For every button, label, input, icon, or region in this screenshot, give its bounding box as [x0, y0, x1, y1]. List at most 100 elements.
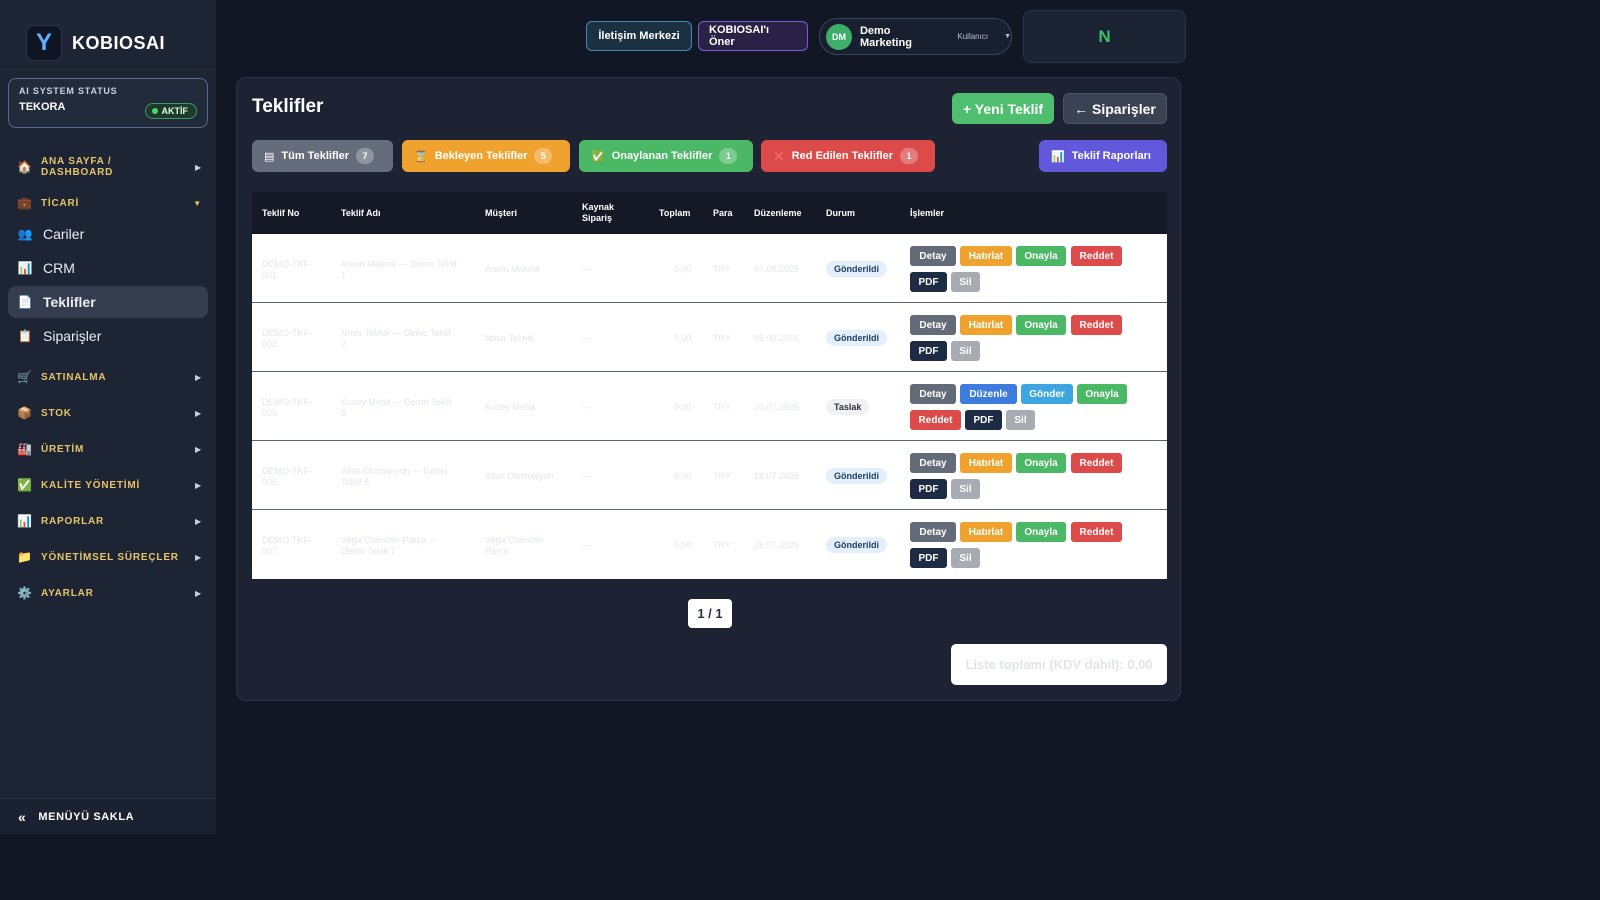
- pagination[interactable]: 1 / 1: [688, 599, 732, 628]
- cell-text: Atlas Otomasyon — Demo: [341, 466, 448, 476]
- remind-button[interactable]: Hatırlat: [960, 246, 1012, 266]
- user-menu[interactable]: DM Demo Marketing Kullanıcı ▼: [819, 18, 1012, 55]
- suggest-button[interactable]: KOBIOSAI'ı Öner: [698, 21, 808, 51]
- filter-rejected-offers[interactable]: ✕ Red Edilen Teklifler 1: [761, 140, 935, 172]
- delete-button[interactable]: Sil: [951, 548, 980, 568]
- sidebar-item-label: Teklifler: [43, 294, 96, 310]
- brand[interactable]: Y KOBIOSAI: [0, 0, 216, 70]
- detail-button[interactable]: Detay: [910, 453, 956, 473]
- approve-button[interactable]: Onayla: [1016, 246, 1066, 266]
- detail-button[interactable]: Detay: [910, 522, 956, 542]
- list-total: Liste toplamı (KDV dahil): 0,00: [951, 644, 1167, 685]
- cell-source: —: [582, 540, 591, 550]
- sidebar-item-label: TİCARİ: [41, 197, 80, 209]
- send-button[interactable]: Gönder: [1021, 384, 1073, 404]
- sidebar-item-satinalma[interactable]: 🛒 SATINALMA ▶: [17, 367, 202, 387]
- approve-button[interactable]: Onayla: [1077, 384, 1127, 404]
- delete-button[interactable]: Sil: [951, 479, 980, 499]
- delete-button[interactable]: Sil: [1006, 410, 1035, 430]
- cell-customer: Vega Otomotiv Parça: [485, 535, 544, 557]
- double-chevron-left-icon: «: [18, 808, 27, 825]
- cell-offer-name: Atlas Otomasyon — Demo Teklif 6: [341, 466, 471, 488]
- chevron-right-icon: ▶: [195, 588, 202, 598]
- user-role: Kullanıcı: [957, 32, 989, 41]
- delete-button[interactable]: Sil: [951, 272, 980, 292]
- table-row: DEMO-TKF- 007 Vega Otomotiv Parça — Demo T…: [252, 510, 1167, 579]
- filter-all-offers[interactable]: ▤ Tüm Teklifler 7: [252, 140, 393, 172]
- pdf-button[interactable]: PDF: [910, 479, 947, 499]
- factory-icon: 🏭: [17, 442, 33, 456]
- cell-text: Kuzey Metal — Demo Teklif: [341, 397, 452, 407]
- approve-button[interactable]: Onayla: [1016, 522, 1066, 542]
- brand-logo: Y: [26, 25, 62, 61]
- pdf-button[interactable]: PDF: [965, 410, 1002, 430]
- reject-button[interactable]: Reddet: [910, 410, 961, 430]
- ai-status-card: AI SYSTEM STATUS TEKORA AKTİF: [8, 78, 208, 128]
- sidebar-item-dashboard[interactable]: 🏠 ANA SAYFA / DASHBOARD ▶: [17, 156, 202, 178]
- approve-button[interactable]: Onayla: [1016, 453, 1066, 473]
- sidebar-item-stok[interactable]: 📦 STOK ▶: [17, 403, 202, 423]
- cell-text: DEMO-TKF-: [262, 397, 312, 407]
- cell-date: 07.08.2026: [754, 264, 800, 274]
- status-badge: Taslak: [826, 399, 870, 415]
- contact-center-button[interactable]: İletişim Merkezi: [586, 21, 692, 51]
- sidebar-item-kalite[interactable]: ✅ KALİTE YÖNETİMİ ▶: [17, 475, 202, 495]
- orders-back-button[interactable]: ← Siparişler: [1063, 93, 1167, 124]
- document-icon: 📄: [17, 295, 33, 309]
- reject-button[interactable]: Reddet: [1071, 522, 1122, 542]
- status-badge: Gönderildi: [826, 330, 887, 346]
- notification-box[interactable]: N: [1023, 10, 1186, 63]
- col-header-no: Teklif No: [262, 207, 300, 218]
- sidebar-item-crm[interactable]: 📊 CRM: [8, 252, 208, 284]
- table-header: Teklif No Teklif Adı Müşteri Kaynak Sipa…: [252, 192, 1167, 234]
- pdf-button[interactable]: PDF: [910, 548, 947, 568]
- sidebar-item-label: RAPORLAR: [41, 515, 105, 527]
- cell-text: 1: [341, 270, 347, 280]
- hide-menu-button[interactable]: « MENÜYÜ SAKLA: [0, 798, 216, 834]
- sidebar-item-raporlar[interactable]: 📊 RAPORLAR ▶: [17, 511, 202, 531]
- filter-count: 1: [719, 148, 738, 164]
- sidebar-item-label: SATINALMA: [41, 371, 107, 383]
- remind-button[interactable]: Hatırlat: [960, 453, 1012, 473]
- brand-name: KOBIOSAI: [72, 32, 166, 53]
- col-header-date: Düzenleme: [754, 207, 802, 218]
- box-icon: 📦: [17, 406, 33, 420]
- folder-icon: 📁: [17, 550, 33, 564]
- cell-text: Parça: [485, 546, 509, 556]
- sidebar-item-ayarlar[interactable]: ⚙️ AYARLAR ▶: [17, 583, 202, 603]
- cell-customer: Nova Teknik: [485, 333, 534, 343]
- bar-chart-icon: 📊: [1051, 150, 1065, 163]
- offer-reports-button[interactable]: 📊 Teklif Raporları: [1039, 140, 1167, 172]
- detail-button[interactable]: Detay: [910, 384, 956, 404]
- reject-button[interactable]: Reddet: [1071, 315, 1122, 335]
- col-header-source-line1: Kaynak: [582, 202, 615, 212]
- remind-button[interactable]: Hatırlat: [960, 315, 1012, 335]
- reject-button[interactable]: Reddet: [1071, 453, 1122, 473]
- cell-source: —: [582, 333, 591, 343]
- filter-approved-offers[interactable]: ✅ Onaylanan Teklifler 1: [579, 140, 753, 172]
- sidebar-item-yonetimsel[interactable]: 📁 YÖNETİMSEL SÜREÇLER ▶: [17, 547, 202, 567]
- col-header-status: Durum: [826, 207, 855, 218]
- sidebar-item-uretim[interactable]: 🏭 ÜRETİM ▶: [17, 439, 202, 459]
- cell-date: 28.07.2026: [754, 471, 800, 481]
- sidebar-item-ticari[interactable]: 💼 TİCARİ ▼: [17, 193, 202, 213]
- sidebar-item-cariler[interactable]: 👥 Cariler: [8, 218, 208, 250]
- sidebar-item-teklifler[interactable]: 📄 Teklifler: [8, 286, 208, 318]
- reject-button[interactable]: Reddet: [1071, 246, 1122, 266]
- offers-panel: Teklifler + Yeni Teklif ← Siparişler ▤ T…: [236, 77, 1181, 701]
- sidebar-item-siparisler[interactable]: 📋 Siparişler: [8, 320, 208, 352]
- sidebar-item-label: ÜRETİM: [41, 443, 85, 455]
- remind-button[interactable]: Hatırlat: [960, 522, 1012, 542]
- filter-pending-offers[interactable]: ⌛ Bekleyen Teklifler 5: [402, 140, 570, 172]
- detail-button[interactable]: Detay: [910, 315, 956, 335]
- cell-offer-name: Kuzey Metal — Demo Teklif 5: [341, 397, 471, 419]
- delete-button[interactable]: Sil: [951, 341, 980, 361]
- new-offer-button[interactable]: + Yeni Teklif: [952, 93, 1054, 124]
- edit-button[interactable]: Düzenle: [960, 384, 1017, 404]
- pdf-button[interactable]: PDF: [910, 272, 947, 292]
- pdf-button[interactable]: PDF: [910, 341, 947, 361]
- cross-icon: ✕: [773, 147, 785, 164]
- approve-button[interactable]: Onayla: [1016, 315, 1066, 335]
- detail-button[interactable]: Detay: [910, 246, 956, 266]
- filter-count: 5: [534, 148, 553, 164]
